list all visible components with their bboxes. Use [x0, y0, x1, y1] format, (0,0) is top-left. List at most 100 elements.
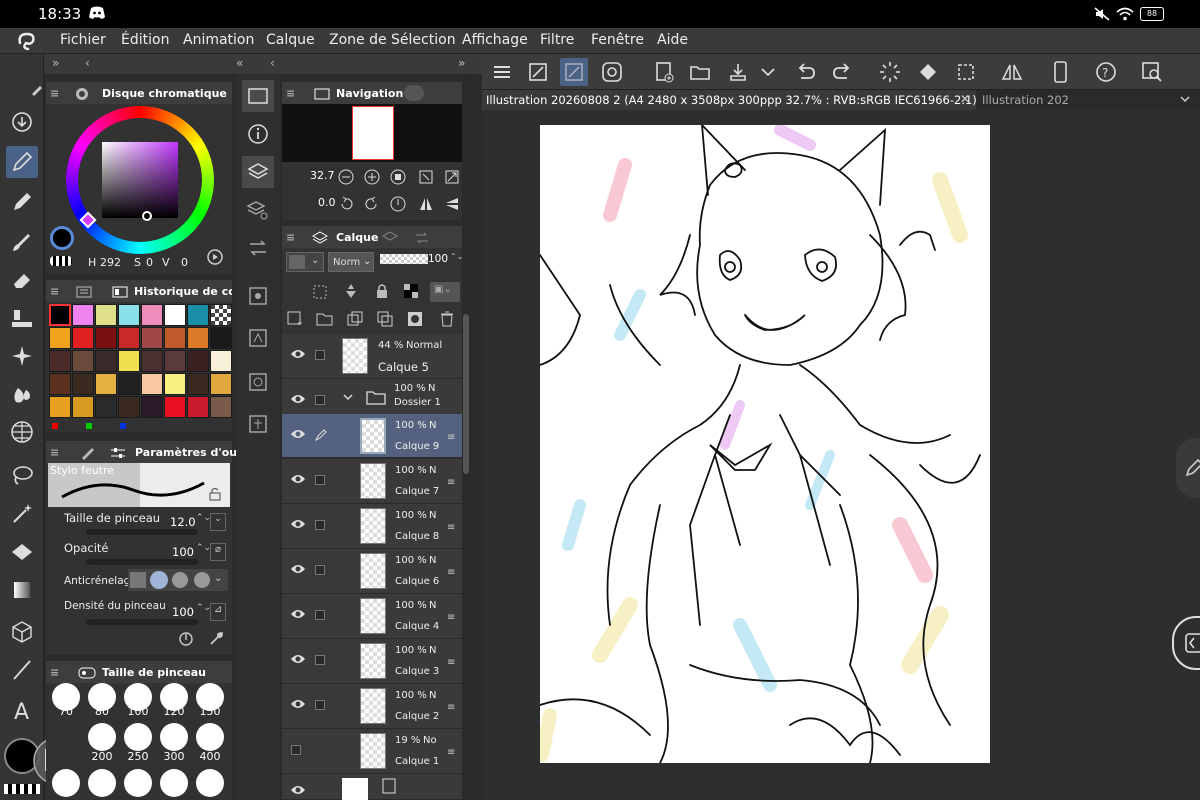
- info-tab-icon[interactable]: [242, 118, 274, 150]
- lock-icon[interactable]: [208, 487, 222, 501]
- swatch[interactable]: [141, 373, 163, 395]
- blend-tool-icon[interactable]: [6, 378, 38, 410]
- drag-grip-icon[interactable]: ≡: [447, 657, 455, 668]
- swatch[interactable]: [210, 327, 232, 349]
- layer-row-calque-6[interactable]: 100 % N Calque 6 ≡: [282, 549, 462, 594]
- clip-studio-logo-icon[interactable]: [16, 31, 38, 51]
- chevron-down-icon[interactable]: [754, 58, 782, 86]
- layer-property-tab-icon[interactable]: [242, 194, 274, 226]
- brush-size-option[interactable]: [160, 769, 188, 797]
- eye-visibility-icon[interactable]: [290, 473, 306, 485]
- color-set-tab-icon[interactable]: [76, 285, 92, 299]
- drag-grip-icon[interactable]: ≡: [447, 702, 455, 713]
- info-icon[interactable]: [404, 85, 424, 101]
- swatch[interactable]: [164, 396, 186, 418]
- swatch[interactable]: [187, 350, 209, 372]
- tab-active[interactable]: Illustration 20260808 2 (A4 2480 x 3508p…: [482, 90, 977, 110]
- menu-fichier[interactable]: Fichier: [60, 32, 106, 48]
- pencil-tool-icon[interactable]: [6, 186, 38, 218]
- swatch[interactable]: [49, 373, 71, 395]
- eye-visibility-icon[interactable]: [290, 518, 306, 530]
- swatch[interactable]: [118, 373, 140, 395]
- swatch[interactable]: [164, 350, 186, 372]
- zoom-out-icon[interactable]: [338, 169, 354, 185]
- brush-size-stepper[interactable]: ⌃⌄: [196, 513, 211, 523]
- sv-cursor[interactable]: [142, 211, 152, 221]
- swatch[interactable]: [118, 396, 140, 418]
- lasso-tool-icon[interactable]: [6, 460, 38, 492]
- reset-rotation-icon[interactable]: [390, 196, 406, 212]
- swatch-blue-mini[interactable]: [120, 423, 126, 429]
- menu-aide[interactable]: Aide: [657, 32, 688, 48]
- drag-handle-icon[interactable]: ≡: [50, 285, 59, 298]
- crop-icon[interactable]: [952, 58, 980, 86]
- density-slider[interactable]: [86, 619, 198, 625]
- undo-icon[interactable]: [792, 58, 820, 86]
- redo-icon[interactable]: [828, 58, 856, 86]
- swatch[interactable]: [187, 327, 209, 349]
- collapse-right-icon-2[interactable]: »: [458, 56, 465, 70]
- lock-layer-icon[interactable]: [374, 282, 390, 300]
- layer-visibility-off[interactable]: [291, 745, 301, 755]
- drag-handle-icon[interactable]: ≡: [50, 666, 59, 679]
- tab-second[interactable]: Illustration 202: [978, 90, 1088, 110]
- swatch[interactable]: [95, 396, 117, 418]
- drag-grip-icon[interactable]: ≡: [447, 747, 455, 758]
- swatch[interactable]: [118, 350, 140, 372]
- swatch[interactable]: [141, 304, 163, 326]
- density-link-icon[interactable]: ⊿: [210, 603, 226, 621]
- mask-select-icon[interactable]: ▣⌄: [430, 282, 460, 302]
- swatch[interactable]: [164, 304, 186, 326]
- eye-visibility-icon[interactable]: [290, 698, 306, 710]
- swatch[interactable]: [210, 373, 232, 395]
- swatch[interactable]: [95, 350, 117, 372]
- swatch[interactable]: [118, 327, 140, 349]
- brush-size-slider[interactable]: [86, 529, 198, 535]
- animation-tab-icon[interactable]: [242, 232, 274, 264]
- swatch[interactable]: [49, 350, 71, 372]
- eye-visibility-icon[interactable]: [290, 608, 306, 620]
- stamp-tool-icon[interactable]: [6, 302, 38, 334]
- swatch[interactable]: [95, 327, 117, 349]
- brush-size-option[interactable]: [124, 769, 152, 797]
- drag-grip-icon[interactable]: ≡: [447, 477, 455, 488]
- lock-transparent-icon[interactable]: [402, 282, 420, 300]
- menu-animation[interactable]: Animation: [183, 32, 254, 48]
- eye-visibility-icon[interactable]: [290, 393, 306, 405]
- layer-row-calque-9[interactable]: 100 % N Calque 9 ≡: [282, 414, 462, 458]
- layer-checkbox[interactable]: [315, 395, 325, 405]
- antialias-strong-icon[interactable]: [194, 572, 210, 588]
- drag-handle-icon[interactable]: ≡: [286, 87, 295, 100]
- swatch[interactable]: [210, 304, 232, 326]
- zoom-value[interactable]: 32.7: [310, 169, 335, 182]
- swatch[interactable]: [49, 396, 71, 418]
- pen-tool-icon[interactable]: [6, 146, 38, 178]
- menu-zone-selection[interactable]: Zone de Sélection: [329, 32, 456, 48]
- drag-handle-icon[interactable]: ≡: [50, 446, 59, 459]
- wrench-icon[interactable]: [208, 631, 224, 647]
- layer-row-calque-7[interactable]: 100 % N Calque 7 ≡: [282, 459, 462, 504]
- search-icon[interactable]: [1138, 58, 1166, 86]
- layer-row-calque-4[interactable]: 100 % N Calque 4 ≡: [282, 594, 462, 639]
- layer-row-calque-3[interactable]: 100 % N Calque 3 ≡: [282, 639, 462, 684]
- antialias-none-icon[interactable]: [130, 572, 146, 588]
- antialias-mid-icon[interactable]: [172, 572, 188, 588]
- history-tab-icon[interactable]: [112, 285, 128, 299]
- swatch[interactable]: [141, 350, 163, 372]
- swatch[interactable]: [141, 396, 163, 418]
- opacity-bar[interactable]: [380, 254, 428, 264]
- clip-layer-icon[interactable]: [312, 284, 328, 300]
- swatch[interactable]: [95, 304, 117, 326]
- opacity-stepper[interactable]: ⌃⌄: [196, 543, 211, 553]
- swatch[interactable]: [187, 373, 209, 395]
- opacity-slider[interactable]: [86, 559, 198, 565]
- drag-grip-icon[interactable]: ≡: [447, 612, 455, 623]
- swatch[interactable]: [72, 396, 94, 418]
- navigator-view-frame[interactable]: [352, 106, 394, 160]
- transfer-layer-icon[interactable]: [346, 310, 364, 328]
- transform-icon[interactable]: [560, 58, 588, 86]
- menu-filtre[interactable]: Filtre: [540, 32, 574, 48]
- layer-scrollbar[interactable]: [462, 74, 470, 800]
- create-mask-icon[interactable]: [406, 310, 424, 328]
- rotate-left-icon[interactable]: [338, 196, 354, 212]
